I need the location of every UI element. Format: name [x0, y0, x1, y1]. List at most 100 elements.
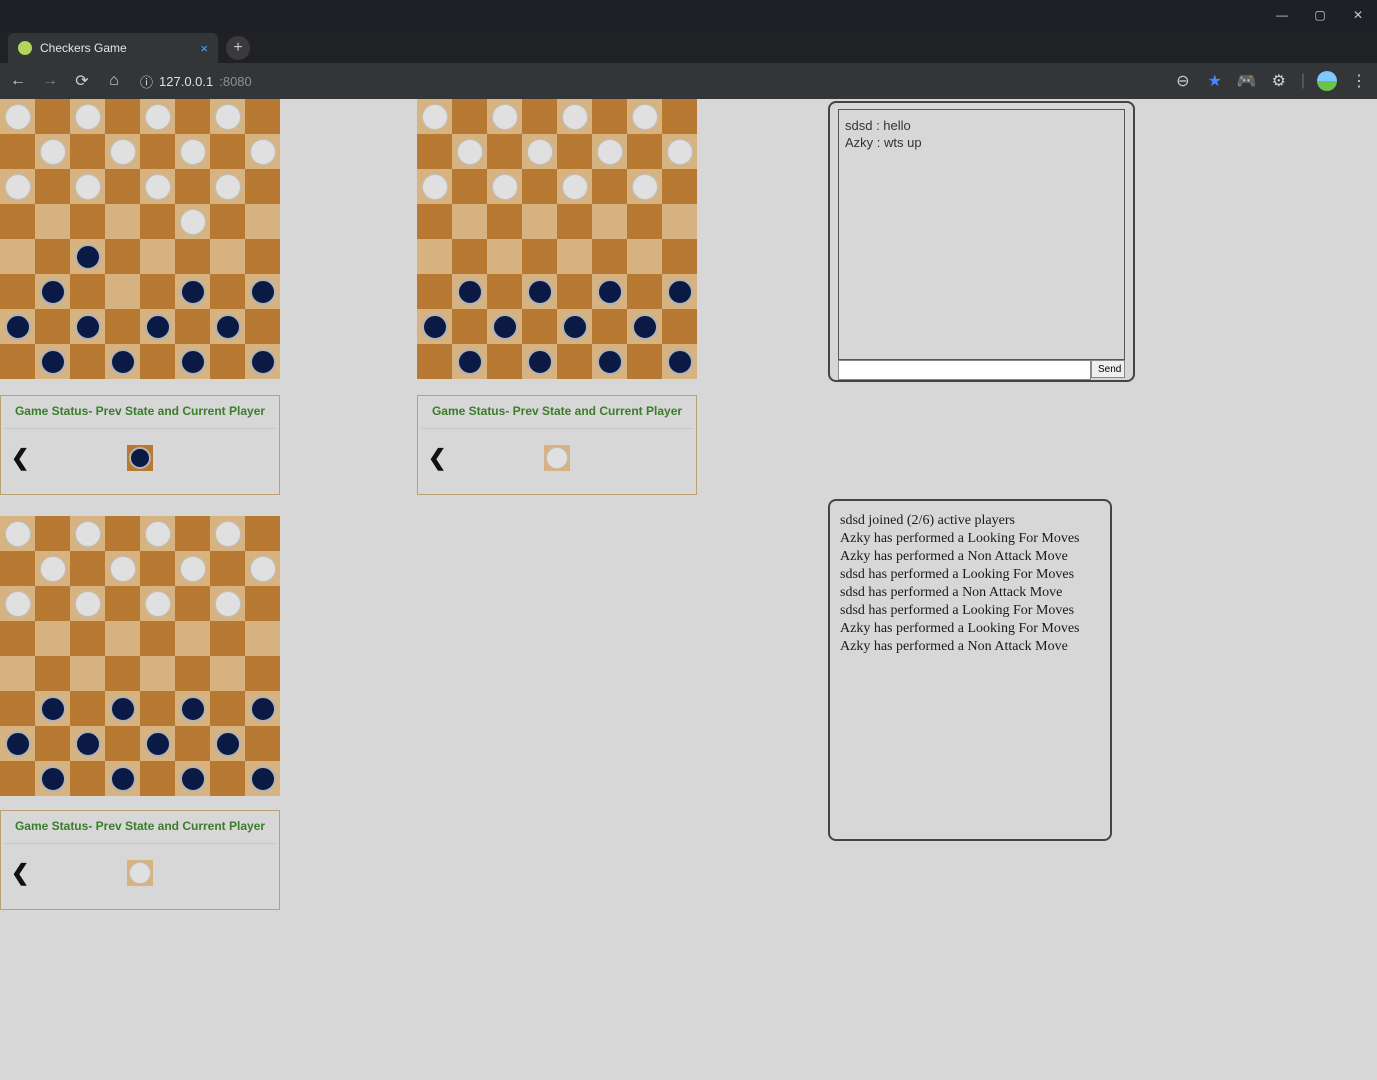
- dark-piece[interactable]: [422, 314, 448, 340]
- board-cell[interactable]: [557, 239, 592, 274]
- dark-piece[interactable]: [457, 349, 483, 375]
- board-cell[interactable]: [245, 344, 280, 379]
- bookmark-star-icon[interactable]: ★: [1205, 71, 1225, 91]
- board-cell[interactable]: [0, 761, 35, 796]
- board-cell[interactable]: [627, 239, 662, 274]
- board-cell[interactable]: [662, 239, 697, 274]
- dark-piece[interactable]: [110, 349, 136, 375]
- board-cell[interactable]: [0, 344, 35, 379]
- dark-piece[interactable]: [40, 766, 66, 792]
- board-cell[interactable]: [662, 99, 697, 134]
- board-cell[interactable]: [140, 239, 175, 274]
- dark-piece[interactable]: [5, 314, 31, 340]
- board-cell[interactable]: [210, 551, 245, 586]
- dark-piece[interactable]: [145, 731, 171, 757]
- reload-button[interactable]: ⟳: [72, 71, 92, 91]
- board-cell[interactable]: [417, 99, 452, 134]
- board-cell[interactable]: [70, 274, 105, 309]
- dark-piece[interactable]: [145, 314, 171, 340]
- board-cell[interactable]: [105, 239, 140, 274]
- board-cell[interactable]: [105, 551, 140, 586]
- white-piece[interactable]: [5, 521, 31, 547]
- board-cell[interactable]: [662, 274, 697, 309]
- board-cell[interactable]: [487, 274, 522, 309]
- board-cell[interactable]: [452, 99, 487, 134]
- board-cell[interactable]: [417, 134, 452, 169]
- board-cell[interactable]: [140, 309, 175, 344]
- white-piece[interactable]: [215, 591, 241, 617]
- board-cell[interactable]: [487, 344, 522, 379]
- board-cell[interactable]: [245, 551, 280, 586]
- board-cell[interactable]: [105, 656, 140, 691]
- board-cell[interactable]: [70, 691, 105, 726]
- board-cell[interactable]: [627, 99, 662, 134]
- board-cell[interactable]: [175, 134, 210, 169]
- board-cell[interactable]: [557, 134, 592, 169]
- board-cell[interactable]: [210, 621, 245, 656]
- board-cell[interactable]: [592, 204, 627, 239]
- activity-log-panel[interactable]: sdsd joined (2/6) active playersAzky has…: [828, 499, 1112, 841]
- board-cell[interactable]: [175, 761, 210, 796]
- board-cell[interactable]: [140, 726, 175, 761]
- white-piece[interactable]: [145, 104, 171, 130]
- board-cell[interactable]: [140, 761, 175, 796]
- board-cell[interactable]: [105, 309, 140, 344]
- board-cell[interactable]: [417, 274, 452, 309]
- forward-button[interactable]: →: [40, 72, 60, 90]
- board-cell[interactable]: [0, 134, 35, 169]
- board-cell[interactable]: [627, 204, 662, 239]
- board-cell[interactable]: [210, 344, 245, 379]
- board-cell[interactable]: [35, 621, 70, 656]
- board-cell[interactable]: [627, 274, 662, 309]
- window-minimize-button[interactable]: —: [1263, 0, 1301, 29]
- board-cell[interactable]: [0, 99, 35, 134]
- board-cell[interactable]: [662, 309, 697, 344]
- board-cell[interactable]: [452, 309, 487, 344]
- dark-piece[interactable]: [180, 349, 206, 375]
- board-cell[interactable]: [522, 204, 557, 239]
- dark-piece[interactable]: [40, 696, 66, 722]
- board-cell[interactable]: [35, 274, 70, 309]
- white-piece[interactable]: [145, 174, 171, 200]
- board-cell[interactable]: [35, 691, 70, 726]
- board-cell[interactable]: [522, 344, 557, 379]
- board-cell[interactable]: [0, 169, 35, 204]
- board-cell[interactable]: [245, 239, 280, 274]
- board-cell[interactable]: [175, 274, 210, 309]
- board-cell[interactable]: [662, 169, 697, 204]
- board-cell[interactable]: [627, 169, 662, 204]
- board-cell[interactable]: [210, 761, 245, 796]
- prev-player-arrow-icon[interactable]: ❮: [11, 860, 29, 886]
- board-cell[interactable]: [175, 239, 210, 274]
- zoom-icon[interactable]: ⊖: [1173, 71, 1193, 91]
- board-cell[interactable]: [210, 309, 245, 344]
- board-cell[interactable]: [105, 726, 140, 761]
- board-cell[interactable]: [522, 99, 557, 134]
- board-cell[interactable]: [175, 726, 210, 761]
- site-info-icon[interactable]: ⓘ: [140, 72, 153, 91]
- board-cell[interactable]: [557, 169, 592, 204]
- board-cell[interactable]: [140, 656, 175, 691]
- dark-piece[interactable]: [40, 349, 66, 375]
- board-cell[interactable]: [140, 99, 175, 134]
- white-piece[interactable]: [40, 556, 66, 582]
- board-cell[interactable]: [210, 656, 245, 691]
- board-cell[interactable]: [452, 169, 487, 204]
- home-button[interactable]: ⌂: [104, 72, 124, 90]
- white-piece[interactable]: [40, 139, 66, 165]
- chat-messages[interactable]: sdsd : helloAzky : wts up: [838, 109, 1125, 360]
- white-piece[interactable]: [180, 139, 206, 165]
- board-cell[interactable]: [0, 586, 35, 621]
- board-cell[interactable]: [557, 344, 592, 379]
- settings-gear-icon[interactable]: ⚙: [1269, 71, 1289, 91]
- white-piece[interactable]: [422, 174, 448, 200]
- board-cell[interactable]: [487, 204, 522, 239]
- board-cell[interactable]: [417, 169, 452, 204]
- board-cell[interactable]: [245, 309, 280, 344]
- dark-piece[interactable]: [492, 314, 518, 340]
- board-cell[interactable]: [487, 309, 522, 344]
- white-piece[interactable]: [492, 104, 518, 130]
- board-cell[interactable]: [35, 551, 70, 586]
- dark-piece[interactable]: [527, 349, 553, 375]
- white-piece[interactable]: [562, 174, 588, 200]
